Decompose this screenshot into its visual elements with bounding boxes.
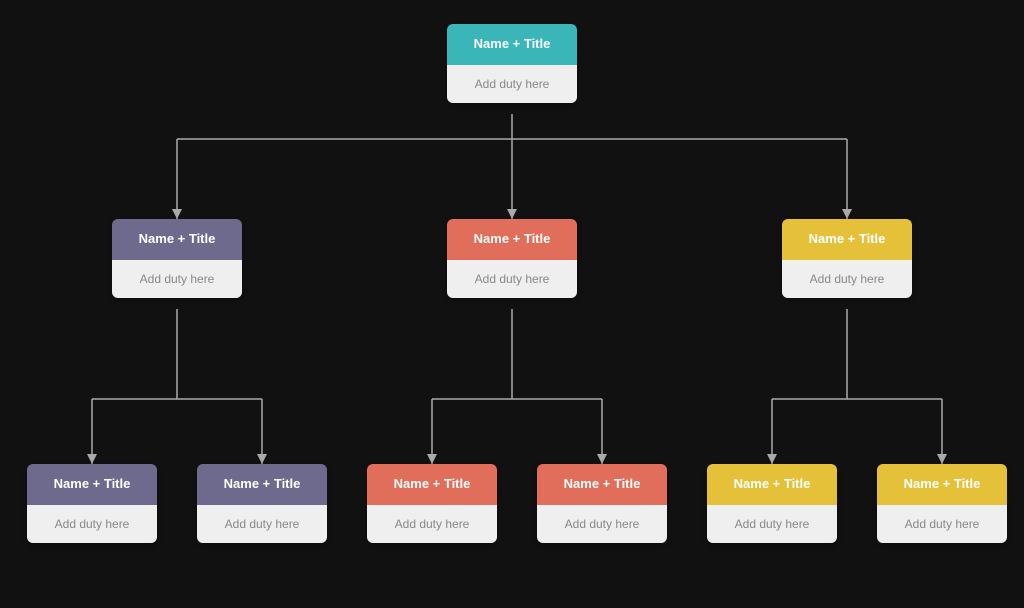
node-mid-left-body: Add duty here	[112, 260, 242, 298]
node-ll1-label: Name + Title	[54, 476, 131, 491]
node-lr2-body: Add duty here	[877, 505, 1007, 543]
node-lc2-header: Name + Title	[537, 464, 667, 505]
node-mid-right[interactable]: Name + Title Add duty here	[782, 219, 912, 298]
node-mid-left-label: Name + Title	[139, 231, 216, 246]
node-ll1[interactable]: Name + Title Add duty here	[27, 464, 157, 543]
node-ll2-body: Add duty here	[197, 505, 327, 543]
node-lc2[interactable]: Name + Title Add duty here	[537, 464, 667, 543]
node-mid-right-label: Name + Title	[809, 231, 886, 246]
node-lc2-label: Name + Title	[564, 476, 641, 491]
node-root[interactable]: Name + Title Add duty here	[447, 24, 577, 103]
node-mid-left-header: Name + Title	[112, 219, 242, 260]
node-lc1-duty: Add duty here	[395, 517, 470, 531]
node-ll1-body: Add duty here	[27, 505, 157, 543]
node-lc1-header: Name + Title	[367, 464, 497, 505]
node-root-label: Name + Title	[474, 36, 551, 51]
node-ll2-duty: Add duty here	[225, 517, 300, 531]
node-lr2[interactable]: Name + Title Add duty here	[877, 464, 1007, 543]
node-lr1-duty: Add duty here	[735, 517, 810, 531]
node-mid-left[interactable]: Name + Title Add duty here	[112, 219, 242, 298]
node-lr1-label: Name + Title	[734, 476, 811, 491]
node-root-header: Name + Title	[447, 24, 577, 65]
node-ll2-header: Name + Title	[197, 464, 327, 505]
node-root-body: Add duty here	[447, 65, 577, 103]
node-root-duty: Add duty here	[475, 77, 550, 91]
node-lc2-duty: Add duty here	[565, 517, 640, 531]
node-lr1[interactable]: Name + Title Add duty here	[707, 464, 837, 543]
node-lr1-header: Name + Title	[707, 464, 837, 505]
node-ll1-header: Name + Title	[27, 464, 157, 505]
node-mid-right-body: Add duty here	[782, 260, 912, 298]
node-lr2-header: Name + Title	[877, 464, 1007, 505]
node-lc1-body: Add duty here	[367, 505, 497, 543]
node-mid-right-header: Name + Title	[782, 219, 912, 260]
node-mid-center-duty: Add duty here	[475, 272, 550, 286]
node-mid-left-duty: Add duty here	[140, 272, 215, 286]
node-mid-center-body: Add duty here	[447, 260, 577, 298]
node-ll1-duty: Add duty here	[55, 517, 130, 531]
node-mid-center-label: Name + Title	[474, 231, 551, 246]
node-mid-center[interactable]: Name + Title Add duty here	[447, 219, 577, 298]
org-chart: Name + Title Add duty here Name + Title …	[12, 9, 1012, 599]
node-lr2-label: Name + Title	[904, 476, 981, 491]
node-lr2-duty: Add duty here	[905, 517, 980, 531]
node-mid-center-header: Name + Title	[447, 219, 577, 260]
node-lr1-body: Add duty here	[707, 505, 837, 543]
node-lc1-label: Name + Title	[394, 476, 471, 491]
node-mid-right-duty: Add duty here	[810, 272, 885, 286]
node-ll2-label: Name + Title	[224, 476, 301, 491]
node-ll2[interactable]: Name + Title Add duty here	[197, 464, 327, 543]
node-lc1[interactable]: Name + Title Add duty here	[367, 464, 497, 543]
node-lc2-body: Add duty here	[537, 505, 667, 543]
